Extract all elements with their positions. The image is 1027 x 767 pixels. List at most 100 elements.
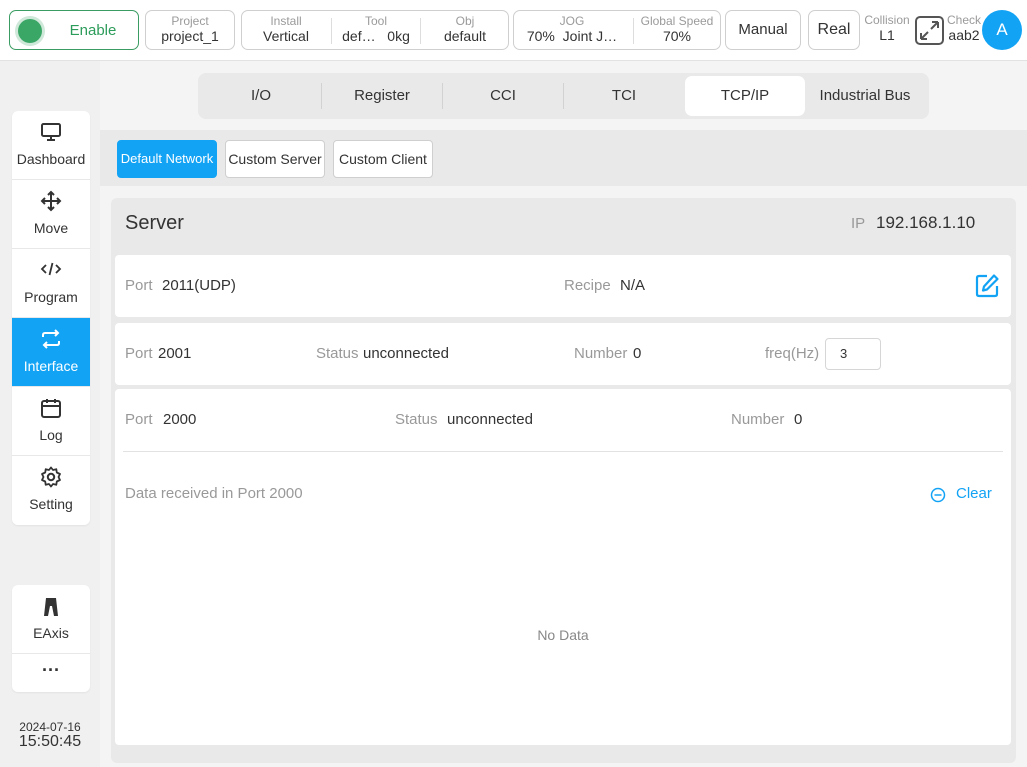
minus-circle-icon — [930, 487, 946, 503]
number-value: 0 — [633, 345, 642, 362]
manual-mode-button[interactable]: Manual — [725, 10, 801, 50]
default-network-button[interactable]: Default Network — [117, 140, 217, 178]
project-caption: Project — [171, 14, 209, 28]
status-value: unconnected — [447, 411, 533, 428]
status-label: Status — [316, 345, 359, 362]
current-date: 2024-07-16 — [19, 720, 81, 734]
custom-client-button[interactable]: Custom Client — [333, 140, 433, 178]
collision-value: L1 — [879, 27, 895, 43]
sidebar-item-label: EAxis — [33, 625, 69, 641]
tool-weight: 0kg — [387, 28, 410, 44]
tool-selector[interactable]: Tool def… 0kg — [332, 11, 420, 51]
obj-value: default — [443, 28, 487, 44]
obj-selector[interactable]: Obj default — [421, 11, 509, 51]
jog-value: 70% Joint J… — [514, 28, 630, 45]
speed-group: JOG 70% Joint J… Global Speed 70% — [513, 10, 721, 50]
sidebar-item-program[interactable]: Program — [12, 249, 90, 318]
monitor-icon — [41, 123, 61, 141]
sidebar-item-label: Move — [33, 220, 69, 236]
server-panel: Server IP 192.168.1.10 Port 2011(UDP) Re… — [111, 198, 1016, 763]
more-button[interactable]: ··· — [12, 654, 90, 692]
no-data-text: No Data — [537, 627, 589, 643]
swap-icon — [42, 329, 60, 349]
sidebar-item-log[interactable]: Log — [12, 387, 90, 456]
sidebar-item-setting[interactable]: Setting — [12, 456, 90, 525]
move-arrows-icon — [40, 190, 62, 212]
port-label: Port — [125, 345, 153, 362]
clear-label: Clear — [956, 485, 992, 502]
top-bar: Enable Project project_1 Install Vertica… — [0, 0, 1027, 61]
tool-caption: Tool — [364, 14, 387, 28]
jog-selector[interactable]: JOG 70% Joint J… — [514, 11, 630, 51]
main-content: I/O Register CCI TCI TCP/IP Industrial B… — [100, 61, 1027, 767]
freq-label: freq(Hz) — [765, 345, 820, 362]
tab-industrial-bus[interactable]: Industrial Bus — [805, 76, 925, 116]
enable-label: Enable — [69, 22, 117, 39]
eaxis-icon — [44, 598, 58, 616]
server-title: Server — [125, 212, 184, 234]
tool-value: def… 0kg — [332, 28, 420, 45]
sidebar-item-label: Interface — [23, 358, 79, 374]
check-caption: Check — [946, 13, 981, 27]
sidebar-item-interface[interactable]: Interface — [12, 318, 90, 387]
sidebar-item-dashboard[interactable]: Dashboard — [12, 111, 90, 180]
jog-caption: JOG — [559, 14, 585, 28]
global-speed-selector[interactable]: Global Speed 70% — [634, 11, 720, 51]
port-2001-row: Port 2001 Status unconnected Number 0 fr… — [115, 323, 1011, 385]
status-value: unconnected — [363, 345, 449, 362]
tab-tcp-ip[interactable]: TCP/IP — [685, 76, 805, 116]
custom-server-button[interactable]: Custom Server — [225, 140, 325, 178]
real-mode-button[interactable]: Real — [808, 10, 860, 50]
install-value: Vertical — [263, 28, 309, 44]
project-value: project_1 — [161, 28, 219, 44]
status-label: Status — [395, 411, 438, 428]
sidebar-item-move[interactable]: Move — [12, 180, 90, 249]
current-time: 15:50:45 — [18, 733, 82, 750]
tab-io[interactable]: I/O — [201, 76, 321, 116]
sidebar-item-label: Dashboard — [16, 151, 86, 167]
port-label: Port — [125, 411, 153, 428]
number-label: Number — [574, 345, 628, 362]
port-value: 2001 — [158, 345, 192, 362]
ip-label: IP — [851, 215, 866, 232]
sidebar-item-eaxis[interactable]: EAxis — [12, 585, 90, 654]
install-tool-obj-group: Install Vertical Tool def… 0kg Obj defau… — [241, 10, 509, 50]
tab-cci[interactable]: CCI — [443, 76, 563, 116]
divider — [123, 451, 1003, 452]
check-status[interactable]: Check aab2 — [945, 10, 983, 50]
obj-caption: Obj — [455, 14, 475, 28]
gear-icon — [41, 466, 61, 488]
sidebar-extra: EAxis ··· — [12, 585, 90, 692]
recipe-value: N/A — [620, 277, 646, 294]
enable-button[interactable]: Enable — [9, 10, 139, 50]
ip-value: 192.168.1.10 — [876, 213, 976, 232]
user-avatar[interactable]: A — [982, 10, 1022, 50]
data-received-label: Data received in Port 2000 — [125, 485, 303, 502]
tab-register[interactable]: Register — [322, 76, 442, 116]
port-2000-card: Port 2000 Status unconnected Number 0 Da… — [115, 389, 1011, 745]
sidebar-item-label: Program — [24, 289, 78, 305]
project-selector[interactable]: Project project_1 — [145, 10, 235, 50]
udp-port-row: Port 2011(UDP) Recipe N/A — [115, 255, 1011, 317]
sidebar-item-label: Log — [39, 427, 63, 443]
freq-input[interactable]: 3 — [825, 338, 881, 370]
install-selector[interactable]: Install Vertical — [242, 11, 330, 51]
collision-caption: Collision — [864, 13, 910, 27]
edit-icon[interactable] — [974, 273, 1000, 299]
global-speed-value: 70% — [662, 28, 692, 44]
sidebar-nav: Dashboard Move Program Interface Log Set… — [12, 111, 90, 525]
check-value: aab2 — [948, 27, 980, 43]
install-caption: Install — [270, 14, 302, 28]
more-icon: ··· — [42, 660, 60, 680]
collision-level[interactable]: Collision L1 — [862, 10, 912, 50]
enable-status-icon — [18, 19, 42, 43]
calendar-icon — [41, 399, 61, 418]
port-label: Port — [125, 277, 153, 294]
sidebar-item-label: Setting — [29, 496, 73, 512]
tool-name: def… — [342, 28, 376, 44]
port-value: 2000 — [163, 411, 197, 428]
tab-tci[interactable]: TCI — [564, 76, 684, 116]
number-label: Number — [731, 411, 785, 428]
port-value: 2011(UDP) — [162, 277, 236, 294]
expand-icon[interactable] — [915, 16, 944, 45]
